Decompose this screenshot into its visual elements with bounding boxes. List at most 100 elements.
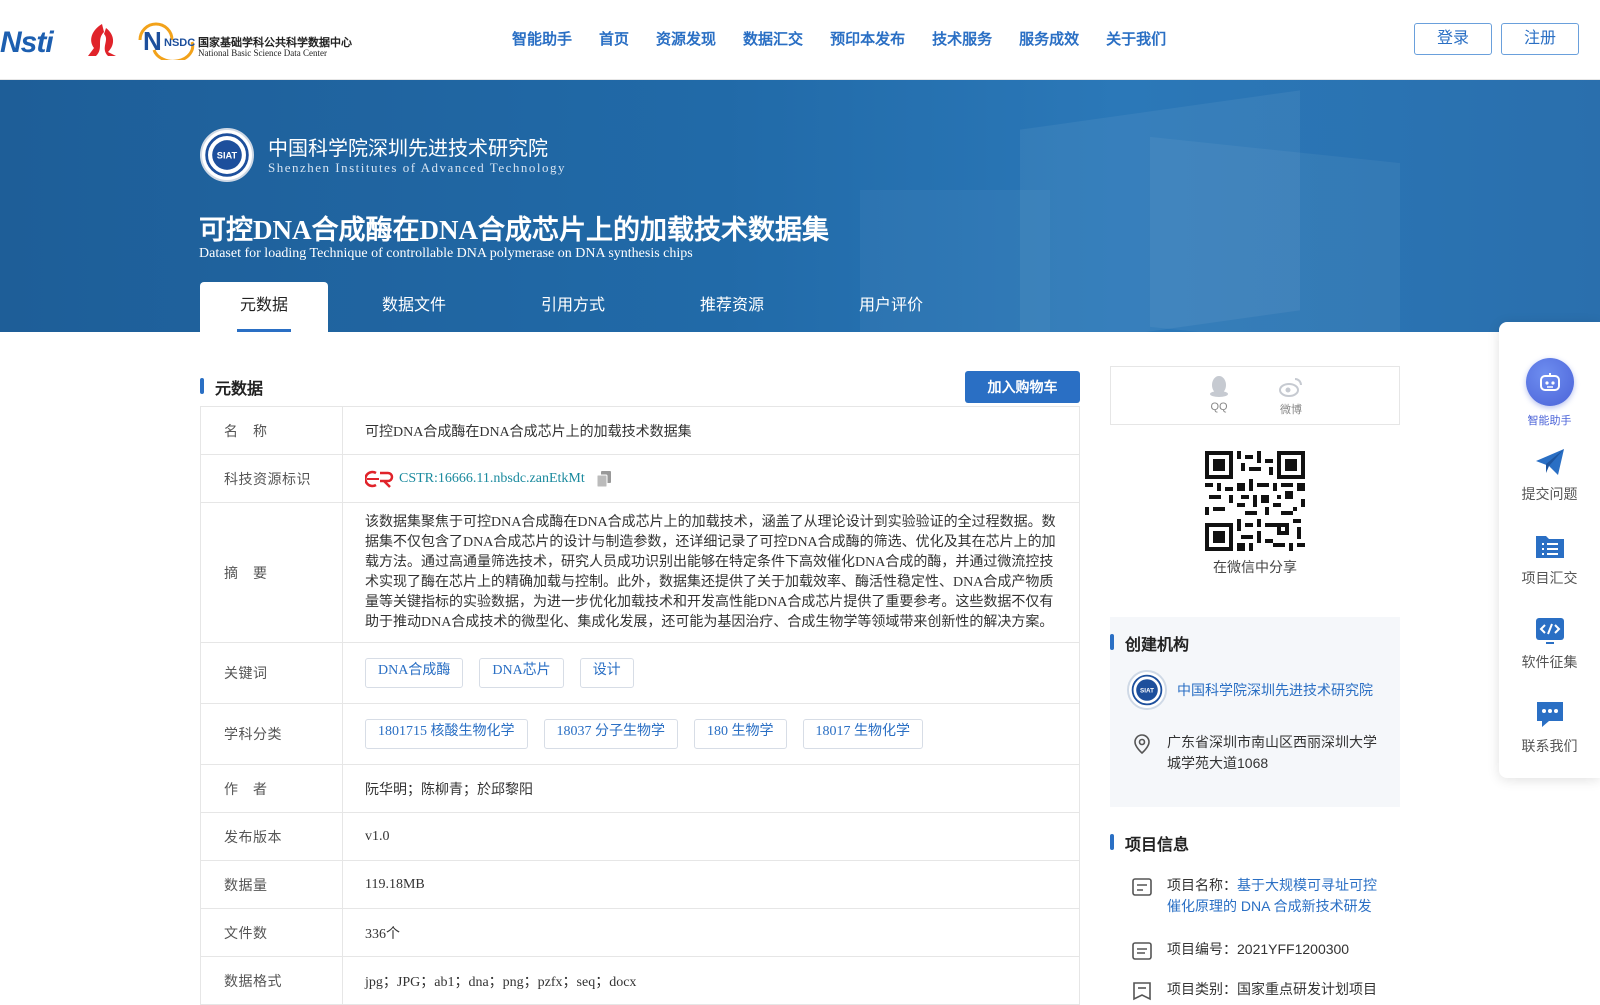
login-button[interactable]: 登录 [1414, 23, 1492, 55]
floating-toolbar: 智能助手 提交问题 项目汇交 软件征集 联系我们 [1499, 322, 1600, 778]
project-section-title: 项目信息 [1125, 837, 1190, 854]
wechat-qr-code [1205, 451, 1305, 551]
project-name-icon [1132, 878, 1152, 896]
nav-assistant[interactable]: 智能助手 [512, 28, 572, 49]
creator-logo-text: SIAT [1140, 688, 1154, 695]
row-key: 名 称 [201, 407, 343, 454]
row-key: 数据量 [201, 861, 343, 908]
cstr-cell: CSTR:16666.11.nbsdc.zanEtkMt [343, 455, 1079, 502]
location-pin-icon [1134, 734, 1150, 755]
table-row: 文件数 336个 [201, 909, 1079, 957]
section-marker [200, 378, 204, 394]
authors-value: 阮华明；陈柳青；於邱黎阳 [365, 782, 533, 798]
robot-icon [1525, 358, 1574, 406]
nav-data-submission[interactable]: 数据汇交 [743, 28, 803, 49]
creator-name-link[interactable]: 中国科学院深圳先进技术研究院 [1177, 680, 1373, 700]
row-key: 摘 要 [201, 503, 343, 642]
dataset-name-value: 可控DNA合成酶在DNA合成芯片上的加载技术数据集 [365, 424, 692, 440]
section-marker [1110, 634, 1114, 650]
keyword-tag[interactable]: 设计 [579, 658, 634, 688]
metadata-section-title: 元数据 [215, 381, 264, 398]
share-weibo-button[interactable]: 微博 [1271, 375, 1311, 417]
banner-decoration [1150, 136, 1400, 332]
dataset-subtitle: Dataset for loading Technique of control… [199, 246, 693, 261]
project-submission-button[interactable]: 项目汇交 [1499, 530, 1600, 588]
version-value: v1.0 [365, 828, 390, 844]
subject-tag[interactable]: 180 生物学 [694, 719, 787, 749]
cstr-logo-icon [365, 470, 394, 488]
row-key: 作 者 [201, 765, 343, 812]
abstract-text: 该数据集聚焦于可控DNA合成酶在DNA合成芯片上的加载技术，涵盖了从理论设计到实… [365, 514, 1056, 630]
keyword-tag[interactable]: DNA合成酶 [365, 658, 464, 688]
institution-name-cn[interactable]: 中国科学院深圳先进技术研究院 [268, 132, 548, 161]
project-number-icon [1132, 942, 1152, 960]
table-row: 关键词 DNA合成酶 DNA芯片 设计 [201, 643, 1079, 704]
project-submission-label: 项目汇交 [1521, 570, 1578, 586]
folder-list-icon [1535, 536, 1564, 558]
code-window-icon [1535, 618, 1564, 644]
creator-logo[interactable]: SIAT [1127, 670, 1167, 710]
nav-tech-services[interactable]: 技术服务 [932, 28, 992, 49]
nav-home[interactable]: 首页 [599, 28, 629, 49]
weibo-label: 微博 [1280, 404, 1302, 416]
dataset-banner: SIAT 中国科学院深圳先进技术研究院 Shenzhen Institutes … [0, 80, 1600, 332]
creator-card: 创建机构 SIAT 中国科学院深圳先进技术研究院 广东省深圳市南山区西丽深圳大学… [1110, 617, 1400, 807]
table-row: 作 者 阮华明；陈柳青；於邱黎阳 [201, 765, 1079, 813]
row-key: 发布版本 [201, 813, 343, 860]
register-button[interactable]: 注册 [1501, 23, 1579, 55]
project-card: 项目信息 项目名称：基于大规模可寻址可控催化原理的 DNA 合成新技术研发 项目… [1110, 817, 1400, 1001]
nsti-logo[interactable]: Nsti [0, 26, 54, 60]
copy-icon[interactable] [596, 470, 611, 487]
table-row: 学科分类 1801715 核酸生物化学 18037 分子生物学 180 生物学 … [201, 704, 1079, 765]
row-key: 学科分类 [201, 704, 343, 764]
software-collection-button[interactable]: 软件征集 [1499, 614, 1600, 672]
formats-value: jpg；JPG；ab1；dna；png；pzfx；seq；docx [365, 974, 637, 990]
nav-service-results[interactable]: 服务成效 [1019, 28, 1079, 49]
tab-metadata[interactable]: 元数据 [200, 282, 328, 332]
subject-tag[interactable]: 1801715 核酸生物化学 [365, 719, 528, 749]
nsdc-logo[interactable]: N NSDC 国家基础学科公共科学数据中心 National Basic Sci… [136, 20, 352, 60]
subjects-cell: 1801715 核酸生物化学 18037 分子生物学 180 生物学 18017… [343, 704, 1079, 764]
share-qq-button[interactable]: QQ [1199, 375, 1239, 413]
tab-recommended[interactable]: 推荐资源 [646, 282, 818, 332]
metadata-table: 名 称 可控DNA合成酶在DNA合成芯片上的加载技术数据集 科技资源标识 CST… [200, 406, 1080, 1005]
add-to-cart-button[interactable]: 加入购物车 [965, 371, 1080, 403]
main-nav: 智能助手 首页 资源发现 数据汇交 预印本发布 技术服务 服务成效 关于我们 [512, 28, 1193, 49]
row-key: 文件数 [201, 909, 343, 956]
keyword-tag[interactable]: DNA芯片 [479, 658, 564, 688]
nav-preprint[interactable]: 预印本发布 [830, 28, 905, 49]
project-category-icon [1133, 982, 1151, 1001]
file-count-value: 336个 [365, 926, 400, 942]
nav-about[interactable]: 关于我们 [1106, 28, 1166, 49]
table-row: 科技资源标识 CSTR:16666.11.nbsdc.zanEtkMt [201, 455, 1079, 503]
tab-data-files[interactable]: 数据文件 [328, 282, 500, 332]
red-brand-logo[interactable] [82, 22, 120, 58]
paper-plane-icon [1535, 449, 1564, 475]
institution-logo[interactable]: SIAT [200, 128, 254, 182]
table-row: 发布版本 v1.0 [201, 813, 1079, 861]
contact-us-button[interactable]: 联系我们 [1499, 698, 1600, 756]
tab-citation[interactable]: 引用方式 [500, 282, 646, 332]
nsdc-badge-text: NSDC [164, 37, 195, 49]
creator-address: 广东省深圳市南山区西丽深圳大学城学苑大道1068 [1167, 734, 1377, 771]
software-collection-label: 软件征集 [1521, 654, 1578, 670]
top-navbar: Nsti N NSDC 国家基础学科公共科学数据中心 National Basi… [0, 0, 1600, 80]
row-key: 数据格式 [201, 957, 343, 1004]
ai-assistant-button[interactable]: 智能助手 [1499, 358, 1600, 428]
tab-user-reviews[interactable]: 用户评价 [818, 282, 964, 332]
weibo-icon [1279, 378, 1302, 397]
submit-question-button[interactable]: 提交问题 [1499, 446, 1600, 504]
wechat-share-caption: 在微信中分享 [1213, 559, 1297, 575]
cstr-identifier-link[interactable]: CSTR:16666.11.nbsdc.zanEtkMt [399, 471, 585, 487]
project-name-label: 项目名称： [1167, 877, 1237, 893]
project-name-row: 项目名称：基于大规模可寻址可控催化原理的 DNA 合成新技术研发 [1167, 875, 1387, 917]
subject-tag[interactable]: 18017 生物化学 [802, 719, 923, 749]
contact-us-label: 联系我们 [1521, 738, 1578, 754]
nav-discover[interactable]: 资源发现 [656, 28, 716, 49]
table-row: 摘 要 该数据集聚焦于可控DNA合成酶在DNA合成芯片上的加载技术，涵盖了从理论… [201, 503, 1079, 643]
nsdc-name-en: National Basic Science Data Center [198, 48, 327, 58]
subject-tag[interactable]: 18037 分子生物学 [543, 719, 678, 749]
row-key: 关键词 [201, 643, 343, 703]
creator-section-title: 创建机构 [1125, 637, 1190, 654]
keywords-cell: DNA合成酶 DNA芯片 设计 [343, 643, 1079, 703]
